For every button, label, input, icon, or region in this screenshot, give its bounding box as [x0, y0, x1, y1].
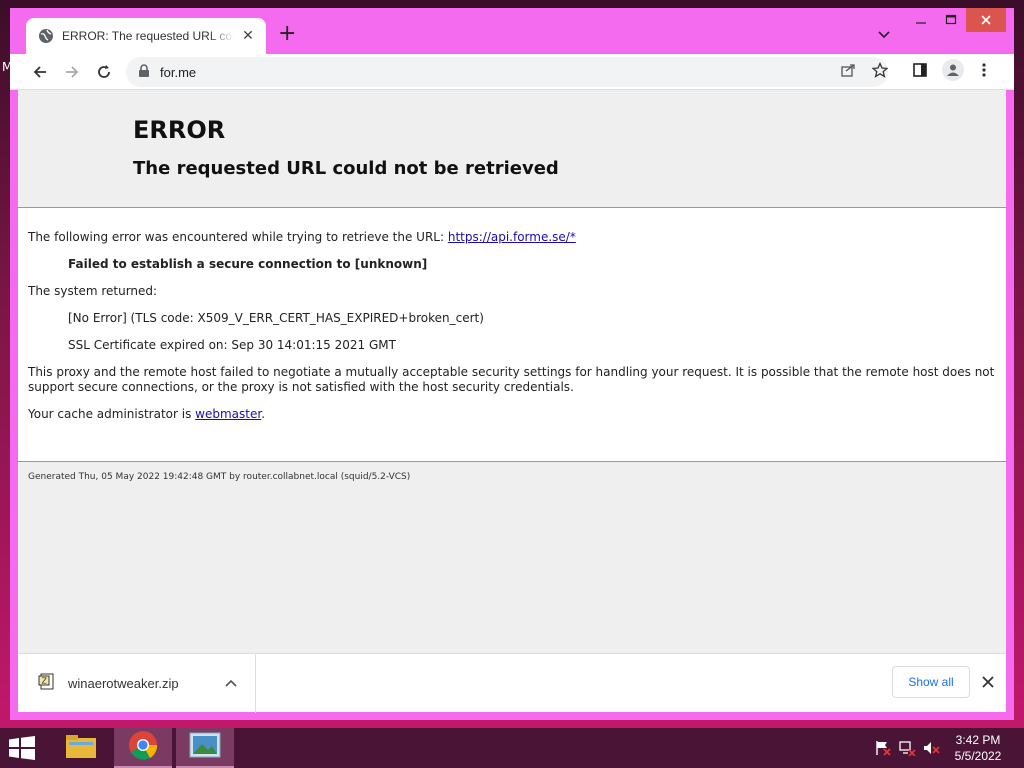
admin-prefix: Your cache administrator is: [28, 407, 196, 421]
system-clock[interactable]: 3:42 PM 5/5/2022: [946, 732, 1010, 764]
action-center-flag-icon[interactable]: [874, 740, 892, 756]
bookmark-star-icon[interactable]: [871, 61, 889, 79]
new-tab-button[interactable]: +: [278, 23, 296, 45]
tab-close-icon[interactable]: ✕: [240, 28, 256, 44]
back-arrow-icon[interactable]: [30, 62, 50, 82]
taskbar: 3:42 PM 5/5/2022: [0, 728, 1024, 768]
browser-window: ERROR: The requested URL could not be re…: [10, 8, 1014, 720]
clock-time: 3:42 PM: [955, 733, 1001, 747]
error-header: ERROR The requested URL could not be ret…: [18, 90, 1006, 208]
lock-icon[interactable]: [138, 63, 150, 82]
chevron-up-icon[interactable]: [224, 676, 238, 690]
volume-muted-icon[interactable]: [922, 740, 940, 756]
title-bar: ERROR: The requested URL could not be re…: [10, 8, 1014, 54]
close-shelf-icon[interactable]: [980, 674, 996, 690]
page-content: ERROR The requested URL could not be ret…: [18, 90, 1006, 653]
svg-text:Z: Z: [42, 676, 48, 685]
profile-avatar-icon[interactable]: [942, 59, 964, 81]
error-url-line: The following error was encountered whil…: [28, 230, 996, 245]
error-footer: Generated Thu, 05 May 2022 19:42:48 GMT …: [18, 461, 1006, 653]
error-body: The following error was encountered whil…: [18, 208, 1006, 422]
system-returned-label: The system returned:: [28, 284, 158, 298]
network-icon[interactable]: [898, 740, 916, 757]
ssl-expiry-line: SSL Certificate expired on: Sep 30 14:01…: [68, 338, 396, 352]
file-explorer-app[interactable]: [52, 728, 110, 768]
error-subtitle: The requested URL could not be retrieved: [133, 158, 559, 179]
photo-viewer-app[interactable]: [176, 728, 234, 768]
error-url-link[interactable]: https://api.forme.se/*: [448, 230, 576, 244]
proxy-explanation: This proxy and the remote host failed to…: [28, 365, 995, 394]
download-filename: winaerotweaker.zip: [68, 676, 179, 691]
tls-error-code: [No Error] (TLS code: X509_V_ERR_CERT_HA…: [68, 311, 484, 325]
image-viewer-icon: [189, 732, 221, 762]
download-item[interactable]: Z winaerotweaker.zip: [18, 654, 256, 713]
admin-suffix: .: [261, 407, 266, 421]
side-panel-icon[interactable]: [911, 61, 929, 79]
tab-search-chevron-icon[interactable]: [876, 26, 892, 42]
webmaster-link[interactable]: webmaster: [195, 407, 261, 421]
chrome-app[interactable]: [114, 728, 172, 768]
url-text: for.me: [160, 64, 197, 80]
error-url-prefix: The following error was encountered whil…: [28, 230, 448, 244]
close-window-button[interactable]: [966, 8, 1006, 32]
tab-title: ERROR: The requested URL could not be re…: [62, 29, 234, 43]
browser-toolbar: for.me: [10, 54, 1014, 90]
error-failed-message: Failed to establish a secure connection …: [68, 257, 428, 271]
clock-date: 5/5/2022: [954, 749, 1002, 763]
menu-kebab-icon[interactable]: [975, 61, 993, 79]
tab-active[interactable]: ERROR: The requested URL could not be re…: [26, 18, 266, 54]
zip-file-icon: Z: [38, 673, 56, 695]
error-title: ERROR: [133, 116, 226, 144]
globe-icon: [38, 28, 54, 44]
share-icon[interactable]: [839, 61, 857, 79]
forward-arrow-icon[interactable]: [62, 62, 82, 82]
reload-icon[interactable]: [94, 62, 114, 82]
chrome-icon: [128, 730, 158, 764]
admin-line: Your cache administrator is webmaster.: [28, 407, 996, 422]
show-all-button[interactable]: Show all: [892, 666, 970, 698]
address-bar[interactable]: for.me: [126, 57, 888, 87]
maximize-button[interactable]: [936, 8, 966, 32]
download-shelf: Z winaerotweaker.zip Show all: [18, 653, 1006, 713]
windows-start-icon[interactable]: [8, 736, 38, 760]
minimize-button[interactable]: [906, 8, 936, 32]
folder-icon: [65, 732, 97, 764]
